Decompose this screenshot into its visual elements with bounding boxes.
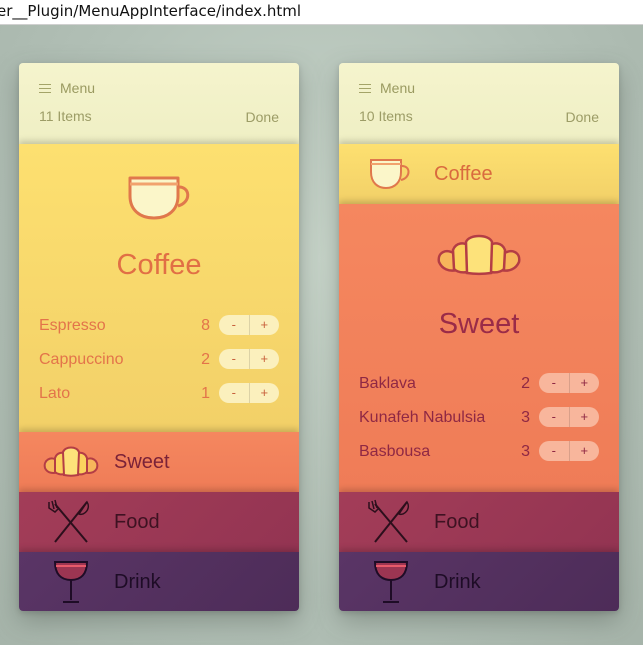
menu-app-panel: Menu 11 Items Done Coffee Espresso 8 - +… — [19, 63, 299, 611]
list-item: Baklava 2 - + — [359, 367, 599, 401]
list-item: Basbousa 3 - + — [359, 435, 599, 469]
item-name: Lato — [39, 385, 71, 402]
item-name: Baklava — [359, 375, 416, 392]
items-count: 10 Items — [359, 108, 413, 124]
category-title: Food — [434, 511, 480, 533]
decrement-button[interactable]: - — [219, 383, 250, 403]
category-drink[interactable]: Drink — [339, 552, 619, 611]
menu-label: Menu — [60, 80, 96, 96]
fork-knife-icon — [368, 499, 410, 543]
item-quantity: 3 — [521, 409, 530, 426]
decrement-button[interactable]: - — [539, 441, 570, 461]
hamburger-icon — [39, 83, 51, 93]
category-title: Drink — [114, 571, 161, 593]
item-name: Cappuccino — [39, 351, 124, 368]
menu-toggle[interactable]: Menu — [359, 80, 415, 96]
quantity-stepper: - + — [219, 315, 279, 335]
list-item: Espresso 8 - + — [39, 309, 279, 343]
decrement-button[interactable]: - — [539, 407, 570, 427]
coffee-cup-icon — [128, 176, 190, 220]
category-title: Coffee — [116, 249, 202, 281]
menu-header: Menu 10 Items Done — [339, 63, 619, 144]
menu-label: Menu — [380, 80, 416, 96]
category-title: Sweet — [438, 308, 520, 340]
category-sweet[interactable]: Sweet — [19, 432, 299, 492]
category-drink[interactable]: Drink — [19, 552, 299, 611]
category-title: Sweet — [114, 451, 170, 473]
item-list: Baklava 2 - + Kunafeh Nabulsia 3 - + Bas… — [359, 367, 599, 469]
menu-app-panel: Menu 10 Items Done Coffee Sweet Baklava … — [339, 63, 619, 611]
list-item: Cappuccino 2 - + — [39, 343, 279, 377]
item-name: Basbousa — [359, 443, 431, 460]
list-item: Kunafeh Nabulsia 3 - + — [359, 401, 599, 435]
coffee-cup-icon — [370, 159, 410, 190]
increment-button[interactable]: + — [250, 315, 280, 335]
item-quantity: 8 — [201, 317, 210, 334]
croissant-icon — [43, 446, 99, 477]
fork-knife-icon — [48, 499, 90, 543]
quantity-stepper: - + — [539, 373, 599, 393]
increment-button[interactable]: + — [570, 373, 600, 393]
cocktail-glass-icon — [53, 561, 89, 603]
quantity-stepper: - + — [539, 407, 599, 427]
category-title: Coffee — [434, 163, 493, 185]
category-sweet[interactable]: Sweet Baklava 2 - + Kunafeh Nabulsia 3 -… — [339, 204, 619, 492]
decrement-button[interactable]: - — [539, 373, 570, 393]
cocktail-glass-icon — [373, 561, 409, 603]
item-list: Espresso 8 - + Cappuccino 2 - + Lato 1 -… — [39, 309, 279, 411]
category-title: Drink — [434, 571, 481, 593]
list-item: Lato 1 - + — [39, 377, 279, 411]
croissant-icon — [437, 234, 521, 275]
quantity-stepper: - + — [219, 349, 279, 369]
category-coffee[interactable]: Coffee — [339, 144, 619, 204]
done-button[interactable]: Done — [566, 109, 599, 125]
quantity-stepper: - + — [539, 441, 599, 461]
item-quantity: 3 — [521, 443, 530, 460]
increment-button[interactable]: + — [570, 407, 600, 427]
done-button[interactable]: Done — [246, 109, 279, 125]
category-food[interactable]: Food — [19, 492, 299, 552]
item-quantity: 1 — [201, 385, 210, 402]
item-quantity: 2 — [521, 375, 530, 392]
increment-button[interactable]: + — [250, 349, 280, 369]
item-name: Kunafeh Nabulsia — [359, 409, 486, 426]
category-food[interactable]: Food — [339, 492, 619, 552]
browser-address-bar[interactable]: er__Plugin/MenuAppInterface/index.html — [0, 0, 643, 25]
decrement-button[interactable]: - — [219, 349, 250, 369]
increment-button[interactable]: + — [570, 441, 600, 461]
decrement-button[interactable]: - — [219, 315, 250, 335]
menu-toggle[interactable]: Menu — [39, 80, 95, 96]
category-title: Food — [114, 511, 160, 533]
category-coffee[interactable]: Coffee Espresso 8 - + Cappuccino 2 - + L… — [19, 144, 299, 432]
address-text: er__Plugin/MenuAppInterface/index.html — [0, 2, 302, 20]
increment-button[interactable]: + — [250, 383, 280, 403]
hamburger-icon — [359, 83, 371, 93]
items-count: 11 Items — [39, 108, 92, 124]
item-quantity: 2 — [201, 351, 210, 368]
menu-header: Menu 11 Items Done — [19, 63, 299, 144]
quantity-stepper: - + — [219, 383, 279, 403]
item-name: Espresso — [39, 317, 106, 334]
